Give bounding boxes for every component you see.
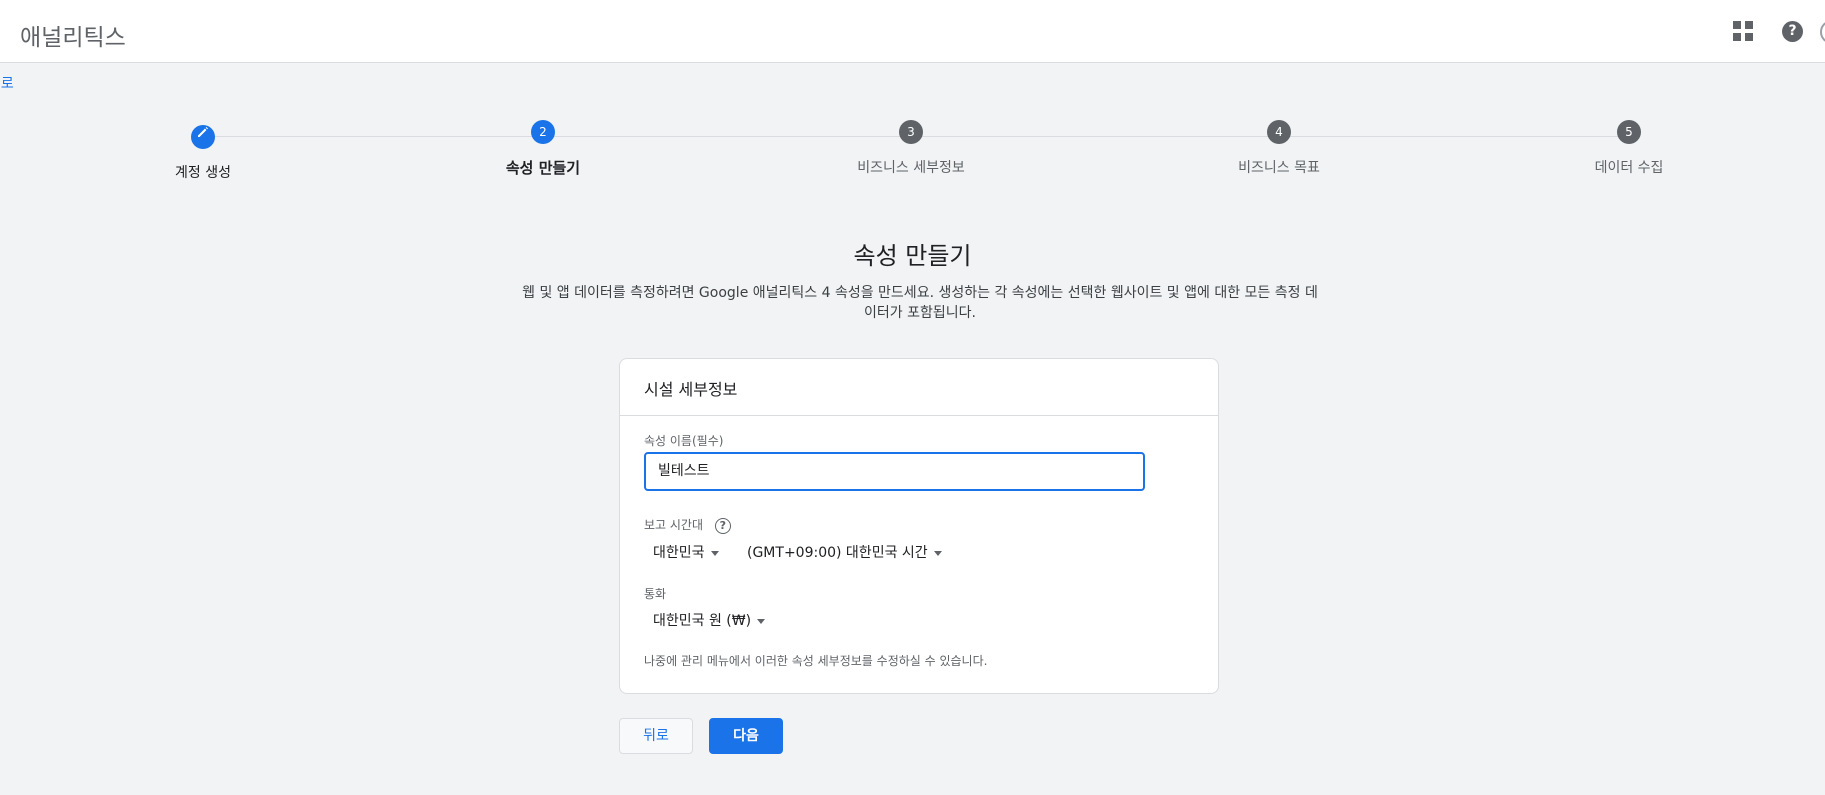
step-5-label: 데이터 수집 — [1594, 160, 1664, 176]
back-link-label[interactable]: 뒤로 — [0, 76, 14, 92]
step-1-circle — [191, 125, 215, 149]
property-details-card: 시설 세부정보 속성 이름(필수) 빌테스트 보고 시간대 ? 대한민국 (GM… — [619, 358, 1219, 694]
step-5: 5 데이터 수집 — [1519, 120, 1739, 177]
step-4-circle: 4 — [1267, 120, 1291, 144]
help-question-icon[interactable]: ? — [714, 517, 731, 534]
step-1: 계정 생성 — [93, 120, 313, 182]
top-app-bar: 애널리틱스 ? — [0, 0, 1825, 63]
currency-label: 통화 — [644, 587, 667, 601]
card-title: 시설 세부정보 — [620, 359, 1218, 416]
step-4: 4 비즈니스 목표 — [1169, 120, 1389, 177]
step-4-label: 비즈니스 목표 — [1238, 160, 1320, 176]
help-icon[interactable]: ? — [1782, 21, 1803, 42]
step-1-label: 계정 생성 — [175, 165, 231, 181]
step-3-circle: 3 — [899, 120, 923, 144]
country-select-value: 대한민국 — [653, 545, 705, 561]
currency-select[interactable]: 대한민국 원 (₩) — [653, 610, 766, 630]
chevron-down-icon — [710, 550, 719, 556]
step-2-circle: 2 — [531, 120, 555, 144]
next-button[interactable]: 다음 — [709, 718, 783, 754]
timezone-label-row: 보고 시간대 ? — [644, 516, 731, 534]
app-title: 애널리틱스 — [20, 25, 126, 51]
back-button[interactable]: 뒤로 — [619, 718, 693, 754]
stepper: 계정 생성 2 속성 만들기 3 비즈니스 세부정보 4 비즈니스 목표 5 데… — [0, 120, 1825, 190]
page-title: 속성 만들기 — [853, 242, 972, 270]
timezone-label: 보고 시간대 — [644, 518, 704, 532]
chevron-down-icon — [933, 550, 942, 556]
avatar[interactable] — [1820, 20, 1825, 44]
page-description: 웹 및 앱 데이터를 측정하려면 Google 애널리틱스 4 속성을 만드세요… — [522, 285, 1318, 321]
step-2: 2 속성 만들기 — [433, 120, 653, 178]
currency-select-value: 대한민국 원 (₩) — [653, 613, 752, 629]
back-link[interactable]: 뒤로 — [0, 73, 14, 93]
apps-grid-icon[interactable] — [1733, 21, 1753, 41]
property-name-input[interactable]: 빌테스트 — [644, 452, 1145, 491]
pencil-icon — [198, 127, 208, 137]
edit-later-note: 나중에 관리 메뉴에서 이러한 속성 세부정보를 수정하실 수 있습니다. — [644, 654, 988, 668]
step-3-label: 비즈니스 세부정보 — [857, 160, 965, 176]
timezone-select[interactable]: (GMT+09:00) 대한민국 시간 — [747, 542, 942, 562]
timezone-select-value: (GMT+09:00) 대한민국 시간 — [747, 545, 928, 561]
step-3: 3 비즈니스 세부정보 — [801, 120, 1021, 177]
property-name-label: 속성 이름(필수) — [644, 434, 724, 448]
step-5-circle: 5 — [1617, 120, 1641, 144]
chevron-down-icon — [757, 618, 766, 624]
step-2-label: 속성 만들기 — [505, 159, 581, 177]
country-select[interactable]: 대한민국 — [653, 542, 719, 562]
